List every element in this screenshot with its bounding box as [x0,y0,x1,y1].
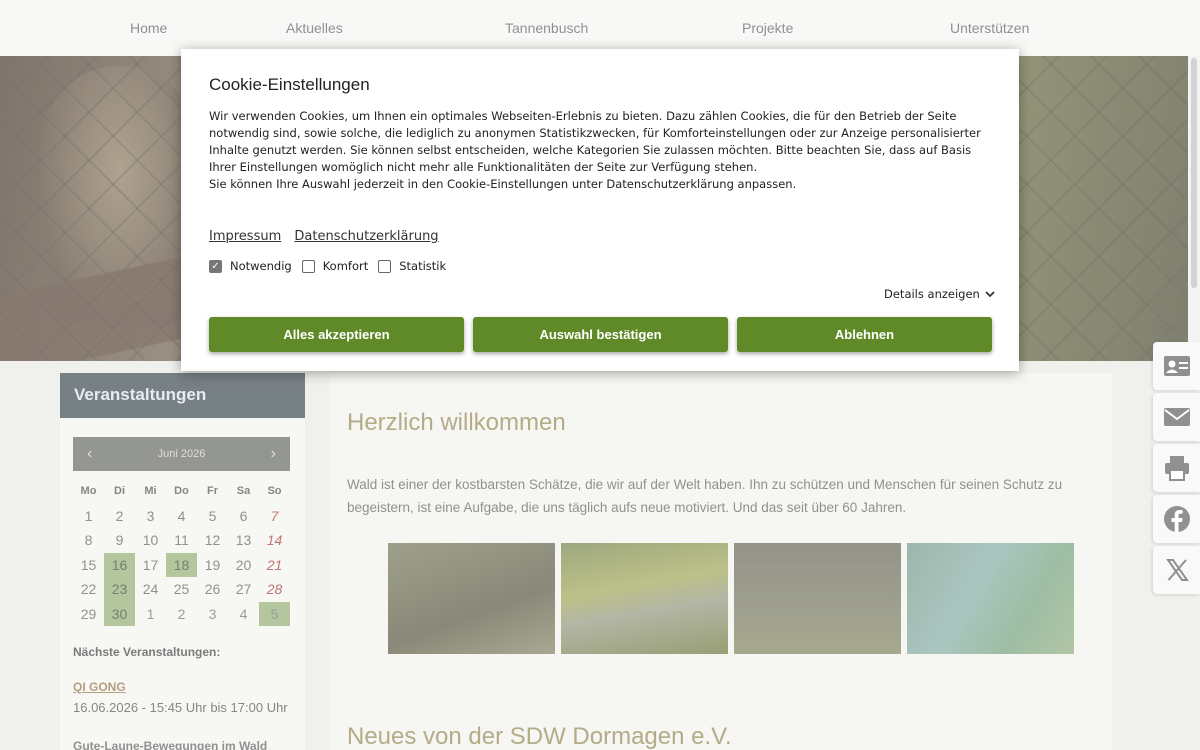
cookie-dialog: Cookie-Einstellungen Wir verwenden Cooki… [181,49,1019,371]
details-label: Details anzeigen [884,287,980,301]
cookie-title: Cookie-Einstellungen [209,75,370,94]
cookie-links: Impressum Datenschutzerklärung [209,229,448,244]
cookie-categories: ✓ Notwendig Komfort Statistik [209,259,456,273]
chevron-down-icon [985,291,995,298]
details-toggle[interactable]: Details anzeigen [884,287,996,301]
cookie-text-note: Sie können Ihre Auswahl jederzeit in den… [209,177,797,191]
impressum-link[interactable]: Impressum [209,229,281,244]
datenschutz-link[interactable]: Datenschutzerklärung [294,229,438,244]
notwendig-label: Notwendig [230,259,292,273]
decline-button[interactable]: Ablehnen [737,317,992,352]
statistik-checkbox[interactable] [378,259,392,273]
statistik-label: Statistik [399,259,447,273]
cookie-text: Wir verwenden Cookies, um Ihnen ein opti… [209,108,994,193]
komfort-label: Komfort [322,259,369,273]
accept-all-button[interactable]: Alles akzeptieren [209,317,464,352]
cookie-text-main: Wir verwenden Cookies, um Ihnen ein opti… [209,109,981,174]
komfort-checkbox[interactable] [301,259,315,273]
notwendig-checkbox[interactable]: ✓ [209,259,222,273]
confirm-selection-button[interactable]: Auswahl bestätigen [473,317,728,352]
